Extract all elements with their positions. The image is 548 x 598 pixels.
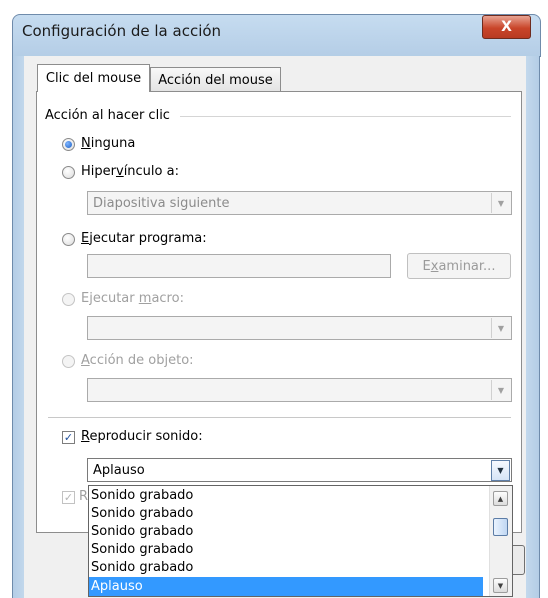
radio-hipervinculo-label[interactable]: Hipervínculo a: <box>81 164 179 179</box>
radio-ejecutar-programa[interactable] <box>62 233 75 246</box>
scroll-down-icon[interactable]: ▼ <box>493 578 508 593</box>
chevron-down-icon: ▼ <box>491 380 510 400</box>
scroll-up-icon[interactable]: ▲ <box>493 491 508 506</box>
check-icon: ✓ <box>63 431 74 444</box>
radio-ninguna[interactable] <box>62 138 75 151</box>
tab-clic-del-mouse[interactable]: Clic del mouse <box>37 64 150 92</box>
radio-accion-objeto[interactable] <box>62 355 75 368</box>
check-icon: ✓ <box>63 491 74 504</box>
list-item[interactable]: Sonido grabado <box>89 486 483 505</box>
reproducir-sonido-checkbox[interactable]: ✓ <box>62 431 75 444</box>
macro-combo[interactable]: ▼ <box>87 316 512 340</box>
chevron-down-icon: ▼ <box>491 318 510 338</box>
radio-ninguna-label[interactable]: Ninguna <box>81 136 135 151</box>
hipervinculo-combo-value: Diapositiva siguiente <box>93 196 230 211</box>
radio-accion-objeto-label[interactable]: Acción de objeto: <box>81 353 194 368</box>
list-item[interactable]: Sonido grabado <box>89 504 483 523</box>
sonido-dropdown-list[interactable]: Sonido grabado Sonido grabado Sonido gra… <box>88 485 513 597</box>
radio-hipervinculo[interactable] <box>62 166 75 179</box>
group-divider <box>180 116 511 117</box>
chevron-down-icon[interactable]: ▼ <box>491 460 510 481</box>
list-item-selected[interactable]: Aplauso <box>89 577 483 596</box>
close-icon: X <box>501 19 512 35</box>
radio-ejecutar-macro[interactable] <box>62 293 75 306</box>
sonido-combo[interactable]: Aplauso ▼ <box>87 458 512 482</box>
tab-accion-del-mouse[interactable]: Acción del mouse <box>150 67 281 92</box>
separator <box>48 417 511 418</box>
programa-path-field[interactable] <box>87 254 391 278</box>
window-title: Configuración de la acción <box>22 22 222 40</box>
dropdown-scrollbar[interactable]: ▲ ▼ <box>489 486 512 596</box>
resaltar-clic-checkbox[interactable]: ✓ <box>62 491 75 504</box>
group-label: Acción al hacer clic <box>45 108 176 123</box>
list-item[interactable]: Sonido grabado <box>89 540 483 559</box>
radio-ejecutar-programa-label[interactable]: Ejecutar programa: <box>81 231 207 246</box>
reproducir-sonido-label[interactable]: Reproducir sonido: <box>81 429 203 444</box>
list-item[interactable]: Sonido grabado <box>89 522 483 541</box>
objeto-combo[interactable]: ▼ <box>87 378 512 402</box>
resaltar-clic-label: R <box>79 489 89 504</box>
radio-ejecutar-macro-label[interactable]: Ejecutar macro: <box>81 291 184 306</box>
chevron-down-icon: ▼ <box>491 193 510 213</box>
scrollbar-thumb[interactable] <box>493 518 508 536</box>
examinar-button[interactable]: Ex aminar... <box>407 253 511 279</box>
close-button[interactable]: X <box>482 15 531 39</box>
sonido-combo-value: Aplauso <box>93 463 145 478</box>
window-frame-right <box>526 56 540 598</box>
list-item[interactable]: Sonido grabado <box>89 558 483 577</box>
hipervinculo-combo[interactable]: Diapositiva siguiente ▼ <box>87 191 512 215</box>
